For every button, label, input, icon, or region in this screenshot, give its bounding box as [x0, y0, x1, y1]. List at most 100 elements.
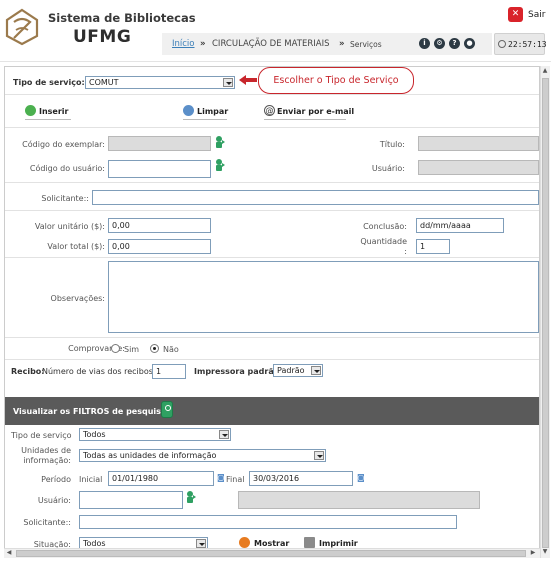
- chevron-down-icon: [219, 430, 229, 439]
- divider: [5, 127, 539, 128]
- quantidade-label: Quantidade: [360, 237, 407, 246]
- comprovante-nao-radio[interactable]: [150, 344, 159, 353]
- search-user-icon[interactable]: [215, 158, 225, 171]
- titulo-label: Título:: [379, 140, 405, 149]
- email-icon: @: [264, 105, 275, 116]
- filter-solicitante-input[interactable]: [79, 515, 457, 529]
- sair-button[interactable]: ✕: [508, 7, 523, 22]
- impressora-select[interactable]: Padrão: [273, 364, 323, 377]
- chevron-down-icon: [314, 451, 324, 460]
- solicitante-input[interactable]: [92, 190, 539, 205]
- filter-final-input[interactable]: 30/03/2016: [249, 471, 353, 486]
- breadcrumb-section: CIRCULAÇÃO DE MATERIAIS: [212, 39, 330, 49]
- vertical-scrollbar[interactable]: ▲ ▼: [540, 66, 550, 558]
- filter-inicial-input[interactable]: 01/01/1980: [108, 471, 214, 486]
- filter-unidades-label: Unidades de: [21, 446, 71, 455]
- divider: [5, 182, 539, 183]
- valor-total-input[interactable]: 0,00: [108, 239, 211, 254]
- scroll-thumb[interactable]: [16, 550, 526, 557]
- imprimir-button[interactable]: Imprimir: [319, 539, 358, 548]
- num-vias-label: Número de vias dos recibos: [42, 367, 153, 376]
- conclusao-label: Conclusão:: [363, 222, 407, 231]
- codigo-exemplar-label: Código do exemplar:: [22, 140, 105, 149]
- add-icon: [25, 105, 36, 116]
- scroll-down-icon[interactable]: ▼: [541, 548, 549, 556]
- usuario-input[interactable]: [418, 160, 539, 175]
- filter-unidades-select[interactable]: Todas as unidades de informação: [79, 449, 326, 462]
- valor-unitario-input[interactable]: 0,00: [108, 218, 211, 233]
- filter-tipo-servico-value: Todos: [83, 430, 106, 439]
- clock-text: 22:57:13: [508, 40, 547, 49]
- divider: [25, 119, 71, 120]
- quantidade-label-colon: :: [404, 247, 407, 256]
- usuario-label: Usuário:: [371, 164, 405, 173]
- tipo-servico-select[interactable]: COMUT: [85, 76, 235, 89]
- filter-unidades-label-2: informação:: [23, 456, 71, 465]
- divider: [183, 119, 227, 120]
- user-icon[interactable]: ●: [464, 38, 475, 49]
- valor-unitario-label: Valor unitário ($):: [34, 222, 105, 231]
- filter-bar: Visualizar os FILTROS de pesquisa:: [5, 397, 539, 425]
- filter-inicial-label: Inicial: [79, 475, 103, 484]
- observacoes-textarea[interactable]: [108, 261, 539, 333]
- breadcrumb-page: Serviços: [350, 40, 382, 49]
- divider: [5, 359, 539, 360]
- impressora-value: Padrão: [277, 366, 305, 375]
- comprovante-label: Comprovante:: [68, 344, 125, 353]
- printer-icon: [304, 537, 315, 548]
- divider: [5, 210, 539, 211]
- codigo-exemplar-input[interactable]: [108, 136, 211, 151]
- filter-solicitante-label: Solicitante::: [23, 518, 71, 527]
- comprovante-sim-radio[interactable]: [111, 344, 120, 353]
- filter-tipo-servico-select[interactable]: Todos: [79, 428, 231, 441]
- search-user-icon[interactable]: [215, 135, 225, 148]
- filter-periodo-label: Período: [41, 475, 71, 484]
- filter-usuario-name-input[interactable]: [238, 491, 480, 509]
- scroll-thumb[interactable]: [542, 78, 549, 548]
- valor-total-label: Valor total ($):: [47, 242, 105, 251]
- settings-icon[interactable]: ⚙: [434, 38, 445, 49]
- help-icon[interactable]: ?: [449, 38, 460, 49]
- inserir-button[interactable]: Inserir: [39, 107, 69, 116]
- calendar-icon[interactable]: ◙: [357, 473, 365, 482]
- filter-usuario-input[interactable]: [79, 491, 183, 509]
- scroll-left-icon[interactable]: ◀: [5, 549, 13, 557]
- filter-tipo-servico-label: Tipo de serviço: [11, 431, 72, 440]
- ufmg-logo-icon: [5, 8, 39, 46]
- titulo-input[interactable]: [418, 136, 539, 151]
- arrow-left-icon: [239, 75, 257, 85]
- divider: [5, 94, 539, 95]
- brand-line-1: Sistema de Bibliotecas: [48, 11, 196, 25]
- tipo-servico-value: COMUT: [89, 78, 119, 87]
- horizontal-scrollbar[interactable]: ◀ ▶: [4, 548, 540, 558]
- filter-final-label: Final: [226, 475, 245, 484]
- observacoes-label: Observações:: [50, 294, 105, 303]
- divider: [5, 337, 539, 338]
- codigo-usuario-input[interactable]: [108, 160, 211, 178]
- scroll-up-icon[interactable]: ▲: [541, 67, 549, 75]
- main-content: Tipo de serviço: COMUT Inserir Limpar @ …: [4, 66, 540, 558]
- enviar-email-button[interactable]: Enviar por e-mail: [277, 107, 354, 116]
- calendar-icon[interactable]: ◙: [217, 473, 225, 482]
- sair-label[interactable]: Sair: [528, 10, 545, 20]
- quantidade-input[interactable]: 1: [416, 239, 450, 254]
- search-user-icon[interactable]: [186, 490, 196, 503]
- filter-usuario-label: Usuário:: [37, 496, 71, 505]
- divider: [264, 119, 346, 120]
- num-vias-input[interactable]: 1: [152, 364, 186, 379]
- recibo-label: Recibo:: [11, 367, 45, 376]
- conclusao-input[interactable]: dd/mm/aaaa: [416, 218, 504, 233]
- breadcrumb-separator: »: [339, 39, 345, 49]
- filter-unidades-value: Todas as unidades de informação: [83, 451, 217, 460]
- scroll-right-icon[interactable]: ▶: [529, 549, 537, 557]
- clear-icon: [183, 105, 194, 116]
- filter-toggle-icon[interactable]: [161, 401, 173, 418]
- mostrar-button[interactable]: Mostrar: [254, 539, 289, 548]
- comprovante-sim-label: Sim: [124, 345, 140, 354]
- limpar-button[interactable]: Limpar: [197, 107, 228, 116]
- divider: [5, 257, 539, 258]
- breadcrumb-home-link[interactable]: Início: [172, 39, 195, 49]
- info-icon[interactable]: i: [419, 38, 430, 49]
- comprovante-nao-label: Não: [163, 345, 179, 354]
- breadcrumb: Início » CIRCULAÇÃO DE MATERIAIS » Servi…: [162, 33, 492, 55]
